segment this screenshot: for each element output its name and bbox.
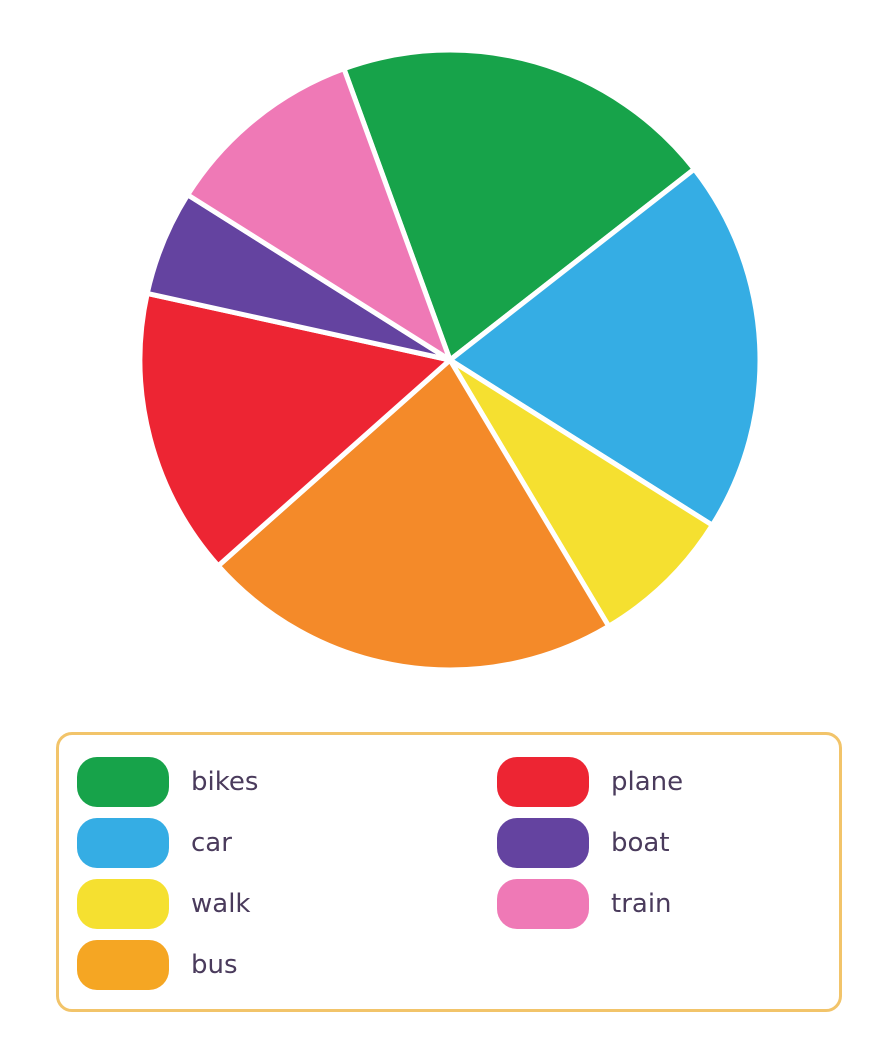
legend-item-car: car [77, 818, 232, 868]
legend-swatch-bikes [77, 757, 169, 807]
legend-label-walk: walk [191, 889, 251, 919]
legend-swatch-plane [497, 757, 589, 807]
legend-item-boat: boat [497, 818, 670, 868]
legend: bikes car walk bus plane boat train [56, 732, 842, 1012]
legend-swatch-boat [497, 818, 589, 868]
legend-item-bus: bus [77, 940, 238, 990]
legend-label-bus: bus [191, 950, 238, 980]
legend-swatch-train [497, 879, 589, 929]
legend-item-train: train [497, 879, 672, 929]
legend-label-boat: boat [611, 828, 670, 858]
legend-swatch-walk [77, 879, 169, 929]
legend-item-bikes: bikes [77, 757, 258, 807]
legend-item-walk: walk [77, 879, 250, 929]
legend-swatch-car [77, 818, 169, 868]
legend-label-car: car [191, 828, 232, 858]
legend-item-plane: plane [497, 757, 683, 807]
legend-label-bikes: bikes [191, 767, 259, 797]
legend-label-plane: plane [611, 767, 684, 797]
legend-label-train: train [611, 889, 672, 919]
legend-swatch-bus [77, 940, 169, 990]
pie-chart [137, 47, 763, 673]
